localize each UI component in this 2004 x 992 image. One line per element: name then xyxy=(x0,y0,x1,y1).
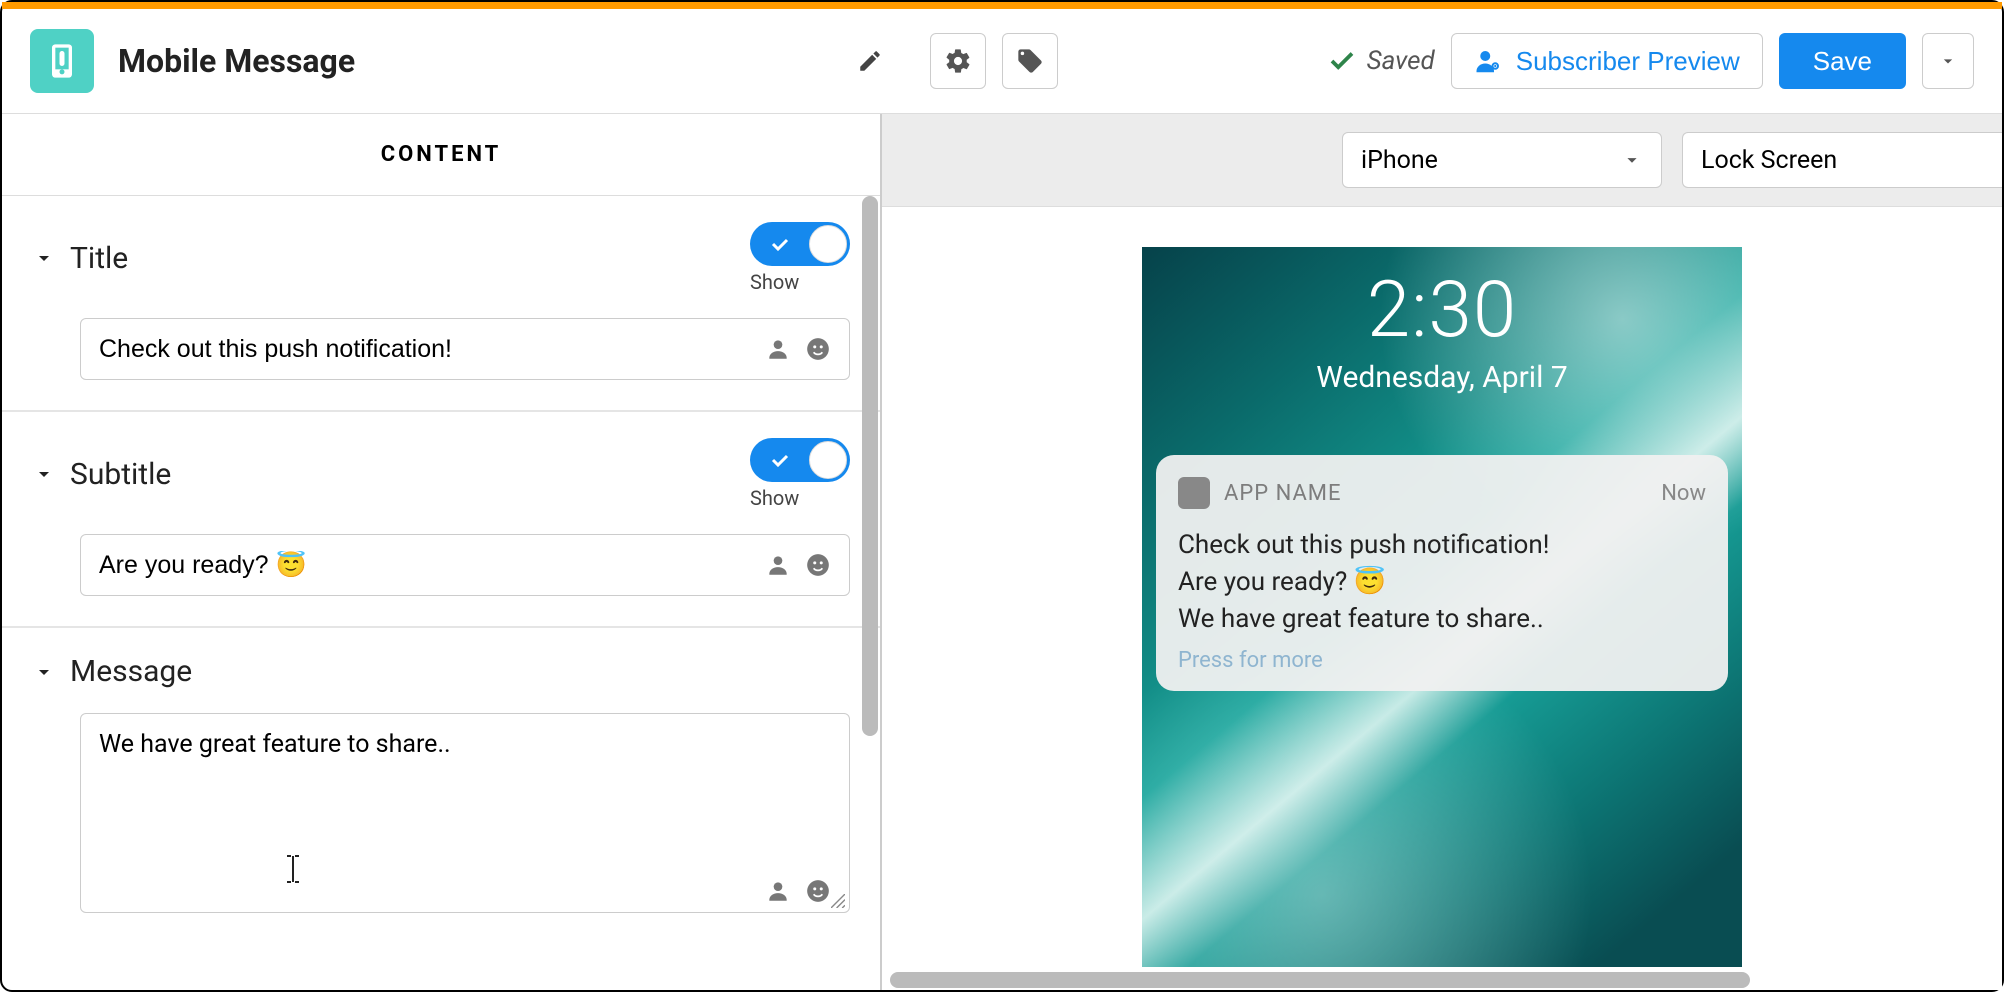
preview-panel: iPhone Lock Screen 2:30 Wednesday, April… xyxy=(882,114,2002,990)
resize-handle-icon[interactable] xyxy=(831,894,845,908)
subscriber-preview-label: Subscriber Preview xyxy=(1516,46,1740,77)
emoji-icon[interactable] xyxy=(805,336,831,362)
title-show-toggle[interactable] xyxy=(750,222,850,266)
toggle-label: Show xyxy=(750,486,799,510)
device-select[interactable]: iPhone xyxy=(1342,132,1662,188)
notification-line3: We have great feature to share.. xyxy=(1178,601,1706,638)
edit-title-button[interactable] xyxy=(850,41,890,81)
section-message: Message xyxy=(2,628,880,943)
notification-app-name: APP NAME xyxy=(1224,481,1342,506)
notification-more: Press for more xyxy=(1178,648,1706,673)
lockscreen-time: 2:30 xyxy=(1142,265,1742,356)
tag-button[interactable] xyxy=(1002,33,1058,89)
pencil-icon xyxy=(857,48,883,74)
saved-label: Saved xyxy=(1367,46,1435,76)
view-select-value: Lock Screen xyxy=(1701,146,1837,175)
emoji-icon[interactable] xyxy=(805,878,831,904)
chevron-down-icon xyxy=(32,660,56,684)
message-textarea[interactable] xyxy=(99,730,831,878)
tag-icon xyxy=(1016,47,1044,75)
person-icon[interactable] xyxy=(765,336,791,362)
caret-down-icon xyxy=(1938,51,1958,71)
device-select-value: iPhone xyxy=(1361,146,1438,175)
emoji-icon[interactable] xyxy=(805,552,831,578)
notification-line1: Check out this push notification! xyxy=(1178,527,1706,564)
person-icon[interactable] xyxy=(765,878,791,904)
save-dropdown-button[interactable] xyxy=(1922,33,1974,89)
lockscreen-date: Wednesday, April 7 xyxy=(1142,360,1742,395)
check-icon xyxy=(1327,46,1357,76)
check-icon xyxy=(768,232,792,256)
scrollbar-thumb[interactable] xyxy=(862,196,878,736)
subscriber-icon xyxy=(1474,46,1504,76)
section-message-toggle[interactable]: Message xyxy=(32,654,192,689)
section-subtitle-toggle[interactable]: Subtitle xyxy=(32,457,171,492)
subtitle-label: Subtitle xyxy=(70,457,171,492)
top-accent-bar xyxy=(2,2,2002,9)
message-textarea-row xyxy=(80,713,850,913)
header-bar: Mobile Message Saved Subscriber Preview … xyxy=(2,9,2002,114)
chevron-down-icon xyxy=(32,246,56,270)
subtitle-input-row xyxy=(80,534,850,596)
save-button[interactable]: Save xyxy=(1779,33,1906,89)
toggle-label: Show xyxy=(750,270,799,294)
horizontal-scrollbar-thumb[interactable] xyxy=(890,972,1750,988)
notification-card: APP NAME Now Check out this push notific… xyxy=(1156,455,1728,691)
section-subtitle: Subtitle Show xyxy=(2,412,880,628)
app-icon xyxy=(30,29,94,93)
notification-time: Now xyxy=(1661,481,1706,506)
title-label: Title xyxy=(70,241,128,276)
subtitle-show-toggle[interactable] xyxy=(750,438,850,482)
notification-body: Check out this push notification! Are yo… xyxy=(1178,527,1706,638)
notification-line2: Are you ready? 😇 xyxy=(1178,564,1706,601)
settings-button[interactable] xyxy=(930,33,986,89)
page-title: Mobile Message xyxy=(118,42,355,80)
person-icon[interactable] xyxy=(765,552,791,578)
gear-icon xyxy=(944,47,972,75)
title-input[interactable] xyxy=(99,335,765,364)
saved-status: Saved xyxy=(1327,46,1435,76)
toggle-knob xyxy=(809,225,847,263)
section-title-toggle[interactable]: Title xyxy=(32,241,128,276)
notification-app-icon xyxy=(1178,477,1210,509)
content-panel: CONTENT Title Show xyxy=(2,114,882,990)
toggle-knob xyxy=(809,441,847,479)
caret-down-icon xyxy=(1621,149,1643,171)
subscriber-preview-button[interactable]: Subscriber Preview xyxy=(1451,33,1763,89)
view-select[interactable]: Lock Screen xyxy=(1682,132,2002,188)
chevron-down-icon xyxy=(32,462,56,486)
check-icon xyxy=(768,448,792,472)
phone-preview: 2:30 Wednesday, April 7 APP NAME Now Che… xyxy=(1142,247,1742,967)
content-tab[interactable]: CONTENT xyxy=(2,114,880,196)
section-title: Title Show xyxy=(2,196,880,412)
subtitle-input[interactable] xyxy=(99,551,765,580)
title-input-row xyxy=(80,318,850,380)
message-label: Message xyxy=(70,654,192,689)
